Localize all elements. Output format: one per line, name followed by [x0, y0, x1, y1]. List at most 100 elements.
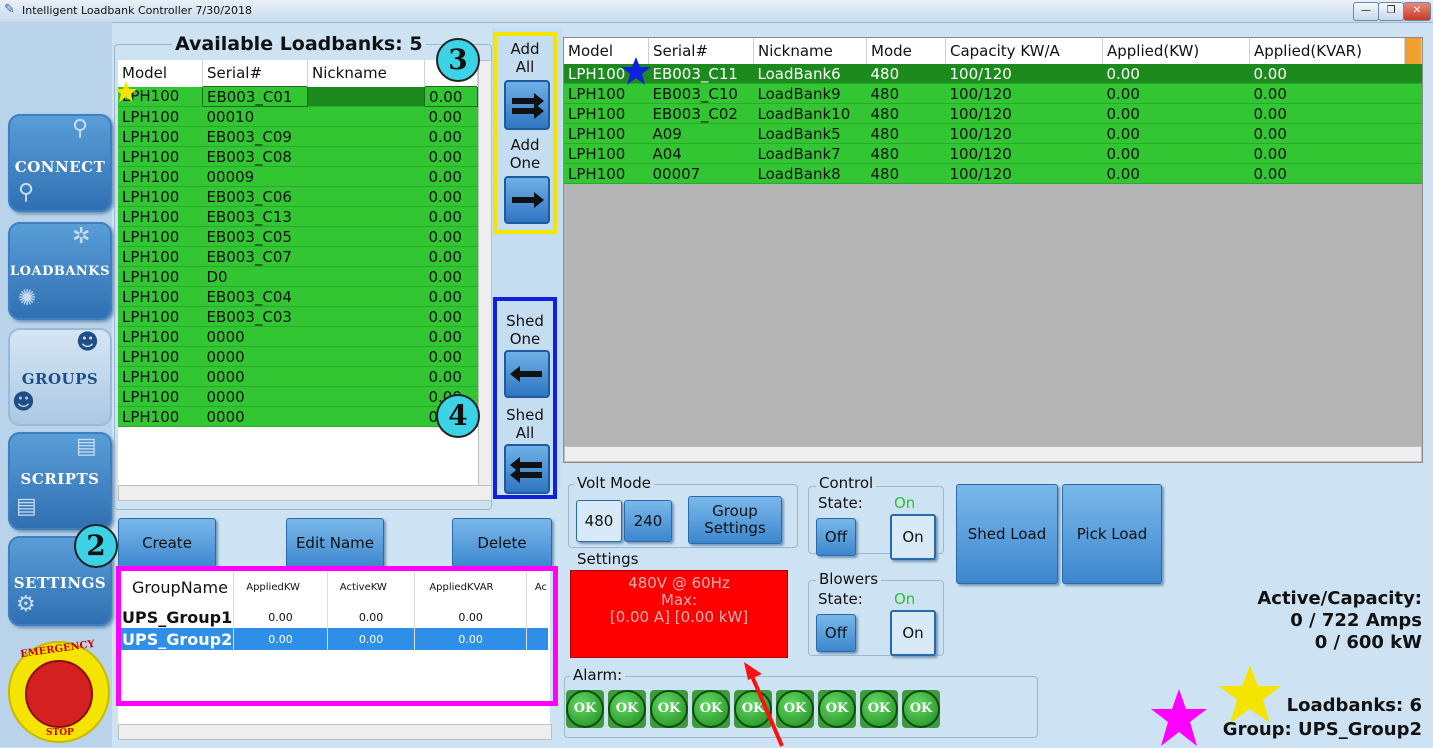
alarm-indicator[interactable]: OK [818, 690, 856, 728]
cell-value: 0.00 [424, 286, 478, 307]
table-row[interactable]: LPH10000000.00 [118, 366, 478, 387]
col-applied-kw[interactable]: Applied(KW) [1102, 38, 1250, 64]
cell-value: 0.00 [424, 146, 478, 167]
cell-nickname [307, 366, 425, 387]
shed-load-label: Shed Load [967, 525, 1047, 543]
col-serial[interactable]: Serial# [648, 38, 754, 64]
nav-loadbanks[interactable]: ✲ LOADBANKS ✺ [8, 222, 112, 320]
edit-name-button[interactable]: Edit Name [286, 518, 384, 568]
available-table[interactable]: Model Serial# Nickname LPH100 EB003_C01 0.… [118, 60, 478, 485]
create-button[interactable]: Create [118, 518, 216, 568]
cell-model: LPH100 [564, 123, 649, 144]
col-nickname[interactable]: Nickname [753, 38, 867, 64]
cell-value: 0.00 [424, 166, 478, 187]
table-row[interactable]: LPH100 EB003_C11 LoadBank6 480 100/120 0.00 0.… [564, 64, 1422, 84]
available-hscroll[interactable] [118, 485, 492, 501]
cell-capacity: 100/120 [945, 83, 1103, 104]
minimize-button[interactable]: — [1353, 2, 1379, 21]
alarm-ok-badge: OK [692, 690, 730, 728]
table-row[interactable]: LPH100 EB003_C02 LoadBank10 480 100/120 0.00 0… [564, 103, 1422, 124]
table-row[interactable]: LPH100 EB003_C08 0.00 [118, 146, 478, 167]
maximize-button[interactable]: ❐ [1378, 2, 1404, 21]
table-row[interactable]: LPH100 EB003_C10 LoadBank9 480 100/120 0.00 0.… [564, 83, 1422, 104]
cell-model: LPH100 [118, 186, 203, 207]
table-row[interactable]: LPH100 A04 LoadBank7 480 100/120 0.00 0.00 [564, 143, 1422, 164]
emergency-stop[interactable]: EMERGENCY STOP [6, 634, 112, 744]
table-row[interactable]: LPH10000000.00 [118, 386, 478, 407]
cell-nickname [307, 326, 425, 347]
cell-nickname [307, 86, 425, 107]
shed-load-button[interactable]: Shed Load [956, 484, 1058, 584]
table-row[interactable]: LPH100 00010 0.00 [118, 106, 478, 127]
cell-mode: 480 [866, 83, 946, 104]
groups-hscroll[interactable] [118, 724, 552, 740]
cell-serial: 00007 [648, 163, 754, 184]
table-row[interactable]: LPH100 00009 0.00 [118, 166, 478, 187]
cell-serial: EB003_C06 [202, 186, 308, 207]
col-capacity[interactable]: Capacity KW/A [945, 38, 1103, 64]
col-mode[interactable]: Mode [866, 38, 946, 64]
cell-serial: EB003_C11 [648, 64, 754, 84]
pick-load-button[interactable]: Pick Load [1062, 484, 1162, 584]
alarm-indicator[interactable]: OK [650, 690, 688, 728]
table-row[interactable]: LPH100 EB003_C04 0.00 [118, 286, 478, 307]
table-row[interactable]: LPH100 EB003_C13 0.00 [118, 206, 478, 227]
col-serial[interactable]: Serial# [202, 60, 308, 87]
cell-applied-kw: 0.00 [1102, 83, 1250, 104]
cell-applied-kw: 0.00 [1102, 123, 1250, 144]
table-row[interactable]: LPH100 EB003_C01 0.00 [118, 86, 478, 107]
table-row[interactable]: LPH10000000.00 [118, 326, 478, 347]
add-one-button[interactable] [504, 176, 550, 224]
gear-icon: ⚙ [16, 592, 36, 617]
cell-model: LPH100 [118, 146, 203, 167]
group-members-hscroll[interactable] [564, 446, 1422, 462]
nav-groups[interactable]: ☻ GROUPS ☻ [8, 328, 112, 426]
alarm-indicator[interactable]: OK [902, 690, 940, 728]
cell-value: 0.00 [424, 346, 478, 367]
table-row[interactable]: LPH100 A09 LoadBank5 480 100/120 0.00 0.00 [564, 123, 1422, 144]
cell-serial: EB003_C05 [202, 226, 308, 247]
group-members-table[interactable]: Model Serial# Nickname Mode Capacity KW/… [563, 37, 1423, 463]
alarm-indicator[interactable]: OK [692, 690, 730, 728]
alarm-indicator[interactable]: OK [860, 690, 898, 728]
cell-serial: EB003_C09 [202, 126, 308, 147]
nav-connect[interactable]: ⚲ CONNECT ⚲ [8, 114, 112, 212]
alarm-indicator[interactable]: OK [608, 690, 646, 728]
cell-applied-kw: 0.00 [1102, 143, 1250, 164]
nav-scripts[interactable]: ▤ SCRIPTS ▤ [8, 432, 112, 530]
delete-button[interactable]: Delete [452, 518, 552, 568]
blowers-on-button[interactable]: On [890, 610, 936, 656]
close-button[interactable]: ✕ [1403, 2, 1431, 21]
col-applied-kvar[interactable]: Applied(KVAR) [1249, 38, 1405, 64]
blowers-off-button[interactable]: Off [816, 614, 856, 652]
cell-applied-kvar: 0.00 [1249, 123, 1405, 144]
volt-480-button[interactable]: 480 [576, 500, 622, 542]
cell-mode: 480 [866, 123, 946, 144]
blowers-on-label: On [902, 624, 924, 642]
blowers-label: Blowers [816, 570, 882, 588]
alarm-indicator[interactable]: OK [566, 690, 604, 728]
table-row[interactable]: LPH100 EB003_C05 0.00 [118, 226, 478, 247]
group-settings-button[interactable]: Group Settings [688, 496, 782, 544]
shed-all-button[interactable] [504, 444, 550, 494]
table-row[interactable]: LPH100 EB003_C07 0.00 [118, 246, 478, 267]
col-nickname[interactable]: Nickname [307, 60, 425, 87]
shed-one-button[interactable] [504, 350, 550, 398]
table-row[interactable]: LPH100 EB003_C06 0.00 [118, 186, 478, 207]
table-row[interactable]: LPH100 EB003_C09 0.00 [118, 126, 478, 147]
add-all-button[interactable] [504, 80, 550, 130]
table-row[interactable]: LPH10000000.00 [118, 346, 478, 367]
cell-capacity: 100/120 [945, 123, 1103, 144]
control-on-button[interactable]: On [890, 514, 936, 560]
table-row[interactable]: LPH100 EB003_C03 0.00 [118, 306, 478, 327]
volt-240-button[interactable]: 240 [624, 500, 672, 542]
cell-value: 0.00 [424, 306, 478, 327]
table-row[interactable]: LPH10000000.00 [118, 406, 478, 427]
col-overflow [1404, 38, 1422, 64]
control-off-button[interactable]: Off [816, 518, 856, 556]
table-row[interactable]: LPH100 00007 LoadBank8 480 100/120 0.00 0.00 [564, 163, 1422, 184]
available-vscroll[interactable] [478, 60, 492, 487]
cell-applied-kvar: 0.00 [1249, 103, 1405, 124]
table-row[interactable]: LPH100 D0 0.00 [118, 266, 478, 287]
cell-model: LPH100 [118, 246, 203, 267]
